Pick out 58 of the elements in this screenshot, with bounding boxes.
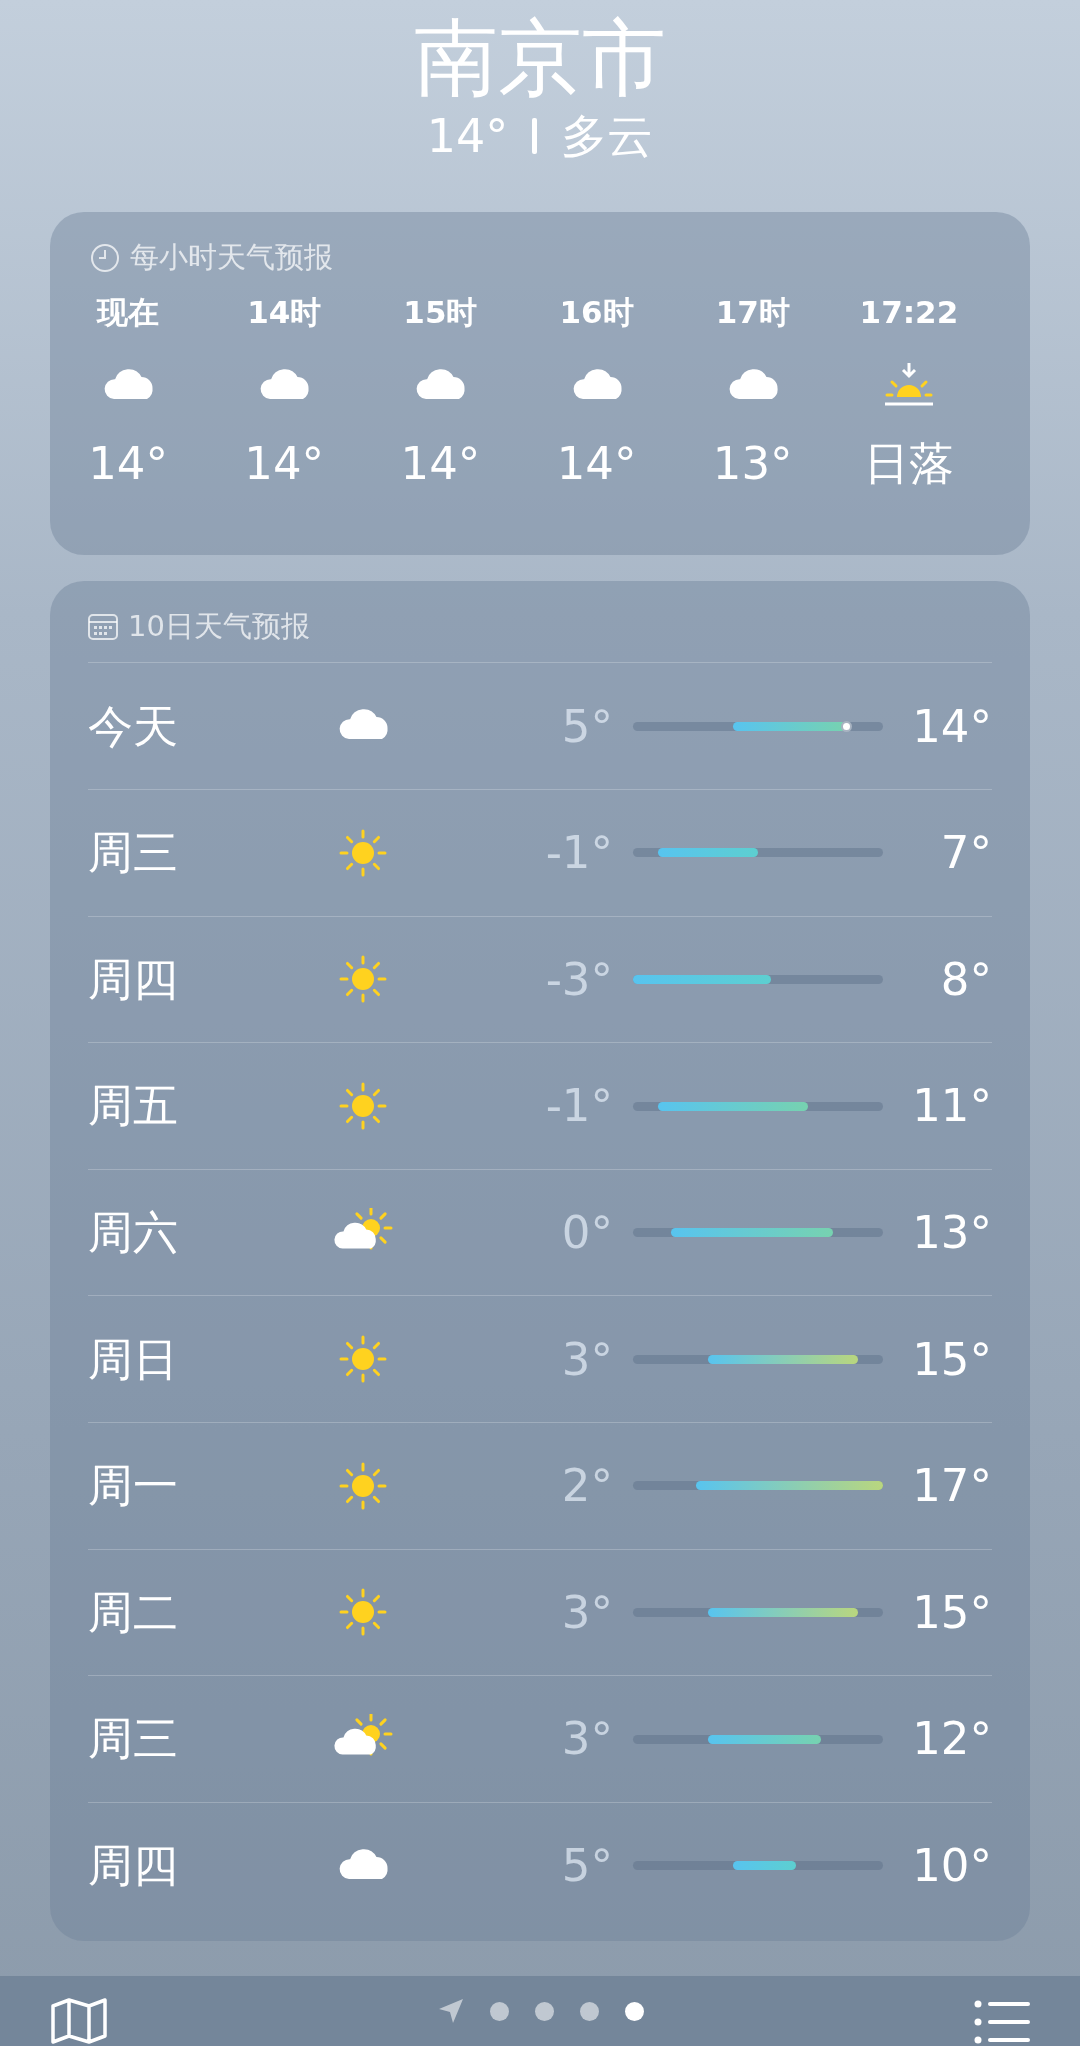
high-temperature: 8° xyxy=(939,951,992,1008)
hour-label: 15时 xyxy=(403,293,478,331)
temperature-range-bar xyxy=(733,1861,796,1871)
hour-temperature: 14° xyxy=(556,436,637,491)
day-name: 周二 xyxy=(88,1584,179,1641)
hour-temperature: 日落 xyxy=(863,436,954,491)
weather-condition: 多云 xyxy=(561,108,654,164)
low-temperature: -1° xyxy=(544,825,613,882)
hour-label: 17:22 xyxy=(859,293,959,331)
page-dot[interactable] xyxy=(535,2001,554,2021)
low-temperature: -1° xyxy=(544,1078,613,1135)
hour-temperature: 13° xyxy=(712,436,793,491)
list-icon[interactable] xyxy=(974,1998,1030,2046)
low-temperature: 2° xyxy=(560,1458,613,1515)
day-name: 周日 xyxy=(88,1331,179,1388)
day-name: 周四 xyxy=(88,951,179,1008)
high-temperature: 15° xyxy=(911,1584,992,1641)
hour-label: 14时 xyxy=(247,293,322,331)
low-temperature: -3° xyxy=(544,951,613,1008)
high-temperature: 7° xyxy=(939,825,992,882)
low-temperature: 0° xyxy=(560,1204,613,1261)
day-name: 周三 xyxy=(88,1711,179,1768)
low-temperature: 5° xyxy=(560,1837,613,1894)
page-dot[interactable] xyxy=(580,2001,599,2021)
low-temperature: 3° xyxy=(560,1584,613,1641)
high-temperature: 17° xyxy=(911,1458,992,1515)
hour-label: 17时 xyxy=(715,293,790,331)
low-temperature: 3° xyxy=(560,1331,613,1388)
high-temperature: 14° xyxy=(911,698,992,755)
low-temperature: 5° xyxy=(560,698,613,755)
current-temperature-dot xyxy=(840,720,852,732)
hour-label: 现在 xyxy=(97,293,160,331)
location-arrow-icon[interactable] xyxy=(438,1998,464,2024)
page-dot[interactable] xyxy=(625,2001,644,2021)
high-temperature: 10° xyxy=(911,1837,992,1894)
day-name: 周六 xyxy=(88,1204,179,1261)
hour-label: 16时 xyxy=(559,293,634,331)
hour-temperature: 14° xyxy=(88,436,168,491)
day-name: 周三 xyxy=(88,825,179,882)
map-icon[interactable] xyxy=(50,1998,108,2044)
page-dot[interactable] xyxy=(490,2001,509,2021)
section-title: 每小时天气预报 xyxy=(130,239,333,276)
low-temperature: 3° xyxy=(560,1711,613,1768)
high-temperature: 11° xyxy=(911,1078,992,1135)
day-name: 周五 xyxy=(88,1078,179,1135)
hour-temperature: 14° xyxy=(244,436,325,491)
current-temperature: 14° xyxy=(426,108,509,164)
high-temperature: 13° xyxy=(911,1204,992,1261)
high-temperature: 15° xyxy=(911,1331,992,1388)
city-name: 南京市 xyxy=(414,8,666,109)
high-temperature: 12° xyxy=(911,1711,992,1768)
hour-temperature: 14° xyxy=(400,436,481,491)
calendar-icon xyxy=(88,613,118,640)
clock-icon xyxy=(90,242,120,273)
day-name: 今天 xyxy=(88,698,179,755)
day-name: 周四 xyxy=(88,1837,179,1894)
day-name: 周一 xyxy=(88,1458,179,1515)
section-title: 10日天气预报 xyxy=(128,608,310,645)
